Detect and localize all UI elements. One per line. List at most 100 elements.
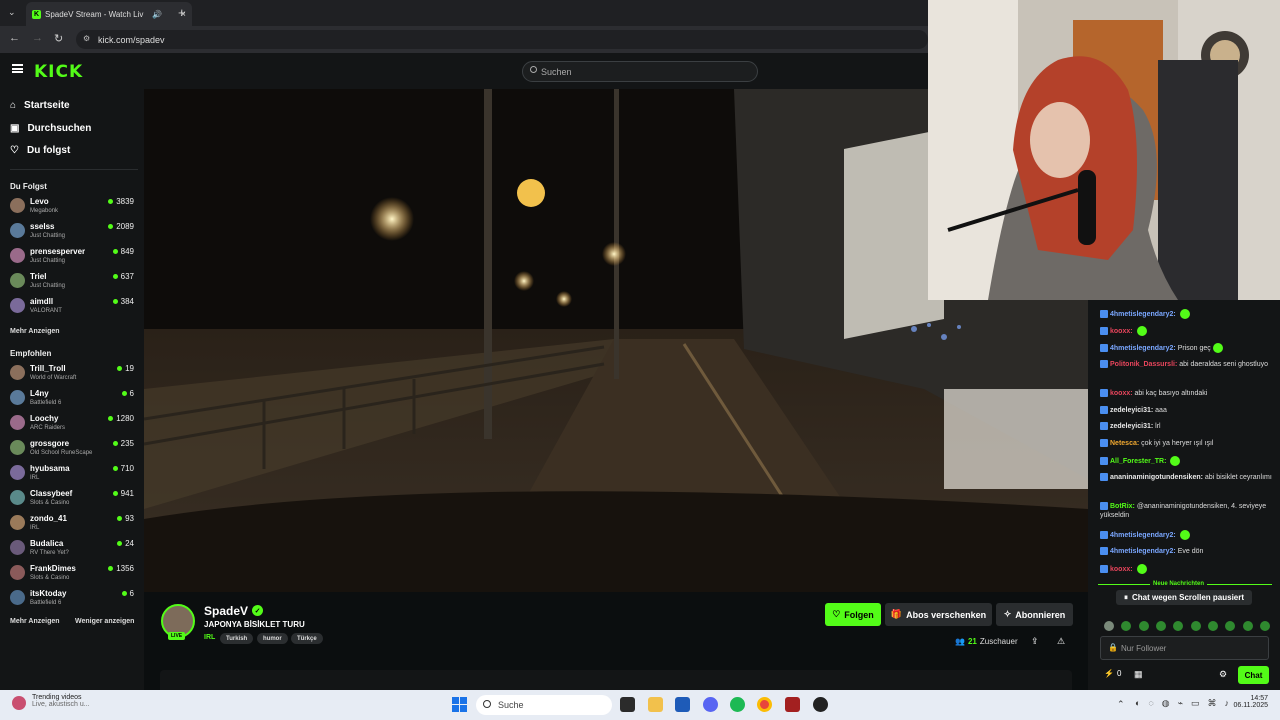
chat-username[interactable]: kooxx: [1110, 328, 1133, 335]
spotify-icon[interactable] [730, 697, 745, 712]
category-link[interactable]: IRL [204, 634, 215, 641]
sidebar-channel[interactable]: Trill_Troll World of Warcraft 19 [10, 363, 136, 385]
nav-label: Du folgst [26, 145, 71, 156]
chat-username[interactable]: All_Forester_TR: [1110, 458, 1166, 465]
chat-username[interactable]: zedeleyici31: [1110, 407, 1153, 414]
sidebar-channel[interactable]: Budalica RV There Yet? 24 [10, 538, 136, 560]
show-more-recommended[interactable]: Mehr Anzeigen [10, 618, 60, 625]
sidebar-channel[interactable]: itsKtoday Battlefield 6 6 [10, 588, 136, 610]
chat-input[interactable]: 🔒 Nur Follower [1100, 636, 1269, 660]
sidebar-channel[interactable]: zondo_41 IRL 93 [10, 513, 136, 535]
chat-username[interactable]: BotRix: [1110, 503, 1135, 510]
app-icon[interactable] [785, 697, 800, 712]
points-icon: ⚡ [1104, 669, 1114, 678]
tray-icons[interactable]: ◐◌◍⌁▭⌘♪ [1135, 698, 1237, 709]
sidebar-channel[interactable]: hyubsama IRL 710 [10, 463, 136, 485]
emote-icon [1136, 326, 1147, 336]
live-dot-icon [112, 441, 118, 446]
chat-username[interactable]: 4hmetislegendary2: [1110, 548, 1176, 555]
emote-icon[interactable] [1138, 621, 1149, 631]
speaker-icon[interactable]: 🔊 [152, 10, 162, 19]
emote-icon[interactable] [1155, 621, 1166, 631]
chat-username[interactable]: 4hmetislegendary2: [1110, 345, 1176, 352]
tag-chip[interactable]: humor [257, 633, 288, 644]
tag-chip[interactable]: Türkçe [291, 633, 323, 644]
sidebar-channel[interactable]: Levo Megabonk 3839 [10, 196, 136, 218]
gift-subs-button[interactable]: 🎁 Abos verschenken [885, 603, 992, 626]
chat-username[interactable]: 4hmetislegendary2: [1110, 532, 1176, 539]
channel-name[interactable]: SpadeV [204, 604, 248, 618]
show-more-following[interactable]: Mehr Anzeigen [10, 328, 60, 335]
chat-username[interactable]: zedeleyici31: [1110, 423, 1153, 430]
chat-username[interactable]: Netesca: [1110, 440, 1139, 447]
chat-username[interactable]: kooxx: [1110, 390, 1133, 397]
emote-icon[interactable] [1121, 621, 1132, 631]
new-tab-icon[interactable]: + [178, 5, 186, 20]
emote-icon[interactable] [1259, 621, 1270, 631]
lock-icon: 🔒 [1108, 643, 1118, 652]
calendar-icon[interactable]: ▦ [1134, 669, 1143, 680]
sidebar-channel[interactable]: sselss Just Chatting 2089 [10, 221, 136, 243]
clock[interactable]: 14:57 06.11.2025 [1232, 695, 1268, 709]
reload-icon[interactable]: ↻ [54, 32, 63, 45]
share-icon[interactable]: ⇪ [1031, 636, 1039, 647]
sidebar-channel[interactable]: prensesperver Just Chatting 849 [10, 246, 136, 268]
menu-icon[interactable] [12, 64, 23, 73]
channel-avatar [10, 298, 25, 313]
chat-paused-button[interactable]: ⏸ Chat wegen Scrollen pausiert [1116, 590, 1252, 605]
trending-widget[interactable]: Trending videos Live, akustisch u... [12, 694, 90, 710]
chat-username[interactable]: Politonik_Dassursli: [1110, 361, 1177, 368]
sidebar-channel[interactable]: Triel Just Chatting 637 [10, 271, 136, 293]
channel-points[interactable]: ⚡ 0 [1104, 669, 1121, 678]
chat-settings-icon[interactable]: ⚙ [1219, 669, 1227, 680]
sidebar-channel[interactable]: grossgore Old School RuneScape 235 [10, 438, 136, 460]
show-less-recommended[interactable]: Weniger anzeigen [75, 618, 134, 625]
file-explorer-icon[interactable] [648, 697, 663, 712]
kick-logo[interactable]: KICK [34, 62, 83, 82]
chat-username[interactable]: kooxx: [1110, 566, 1133, 573]
emote-icon [1136, 564, 1147, 574]
emote-icon[interactable] [1242, 621, 1253, 631]
channel-avatar [10, 515, 25, 530]
taskbar-search[interactable]: Suche [476, 695, 612, 715]
sidebar-channel[interactable]: Loochy ARC Raiders 1280 [10, 413, 136, 435]
chat-username[interactable]: 4hmetislegendary2: [1110, 311, 1176, 318]
chrome-icon[interactable] [757, 697, 772, 712]
nav-startseite[interactable]: ⌂ Startseite [10, 100, 70, 111]
nav-durchsuchen[interactable]: ▣ Durchsuchen [10, 123, 91, 134]
address-bar[interactable]: ⚙ kick.com/spadev [76, 30, 928, 49]
subscribe-button[interactable]: ✧ Abonnieren [996, 603, 1073, 626]
sidebar-channel[interactable]: FrankDimes Slots & Casino 1356 [10, 563, 136, 585]
sidebar-channel[interactable]: Classybeef Slots & Casino 941 [10, 488, 136, 510]
site-settings-icon[interactable]: ⚙ [83, 34, 90, 43]
discord-icon[interactable] [703, 697, 718, 712]
channel-name: prensesperver [30, 247, 86, 256]
channel-avatar [10, 440, 25, 455]
forward-icon[interactable]: → [32, 32, 43, 44]
task-view-icon[interactable] [620, 697, 635, 712]
tab-list-chevron-icon[interactable]: ⌄ [8, 7, 16, 18]
tray-chevron-icon[interactable]: ⌃ [1117, 699, 1125, 710]
obs-icon[interactable] [813, 697, 828, 712]
live-dot-icon [117, 516, 123, 521]
sidebar-channel[interactable]: L4ny Battlefield 6 6 [10, 388, 136, 410]
emote-icon[interactable] [1173, 621, 1184, 631]
nav-du-folgst[interactable]: ♡ Du folgst [10, 145, 70, 156]
tag-chip[interactable]: Turkish [220, 633, 254, 644]
sidebar-channel[interactable]: aimdll VALORANT 384 [10, 296, 136, 318]
search-input[interactable]: Suchen [522, 61, 758, 82]
report-icon[interactable]: ⚠ [1057, 636, 1065, 647]
chat-username[interactable]: ananinaminigotundensiken: [1110, 474, 1203, 481]
viewer-count: 👥 21 Zuschauer [955, 637, 1018, 646]
gift-icon: 🎁 [890, 609, 903, 619]
follow-button[interactable]: ♡ Folgen [825, 603, 881, 626]
emote-icon[interactable] [1190, 621, 1201, 631]
browser-tab[interactable]: K SpadeV Stream - Watch Liv 🔊 × [26, 2, 192, 26]
back-icon[interactable]: ← [9, 32, 20, 44]
windows-start-icon[interactable] [452, 697, 467, 712]
chat-send-button[interactable]: Chat [1238, 666, 1269, 684]
emote-icon[interactable] [1225, 621, 1236, 631]
emote-icon[interactable] [1207, 621, 1218, 631]
store-icon[interactable] [675, 697, 690, 712]
emote-icon[interactable] [1104, 621, 1114, 631]
